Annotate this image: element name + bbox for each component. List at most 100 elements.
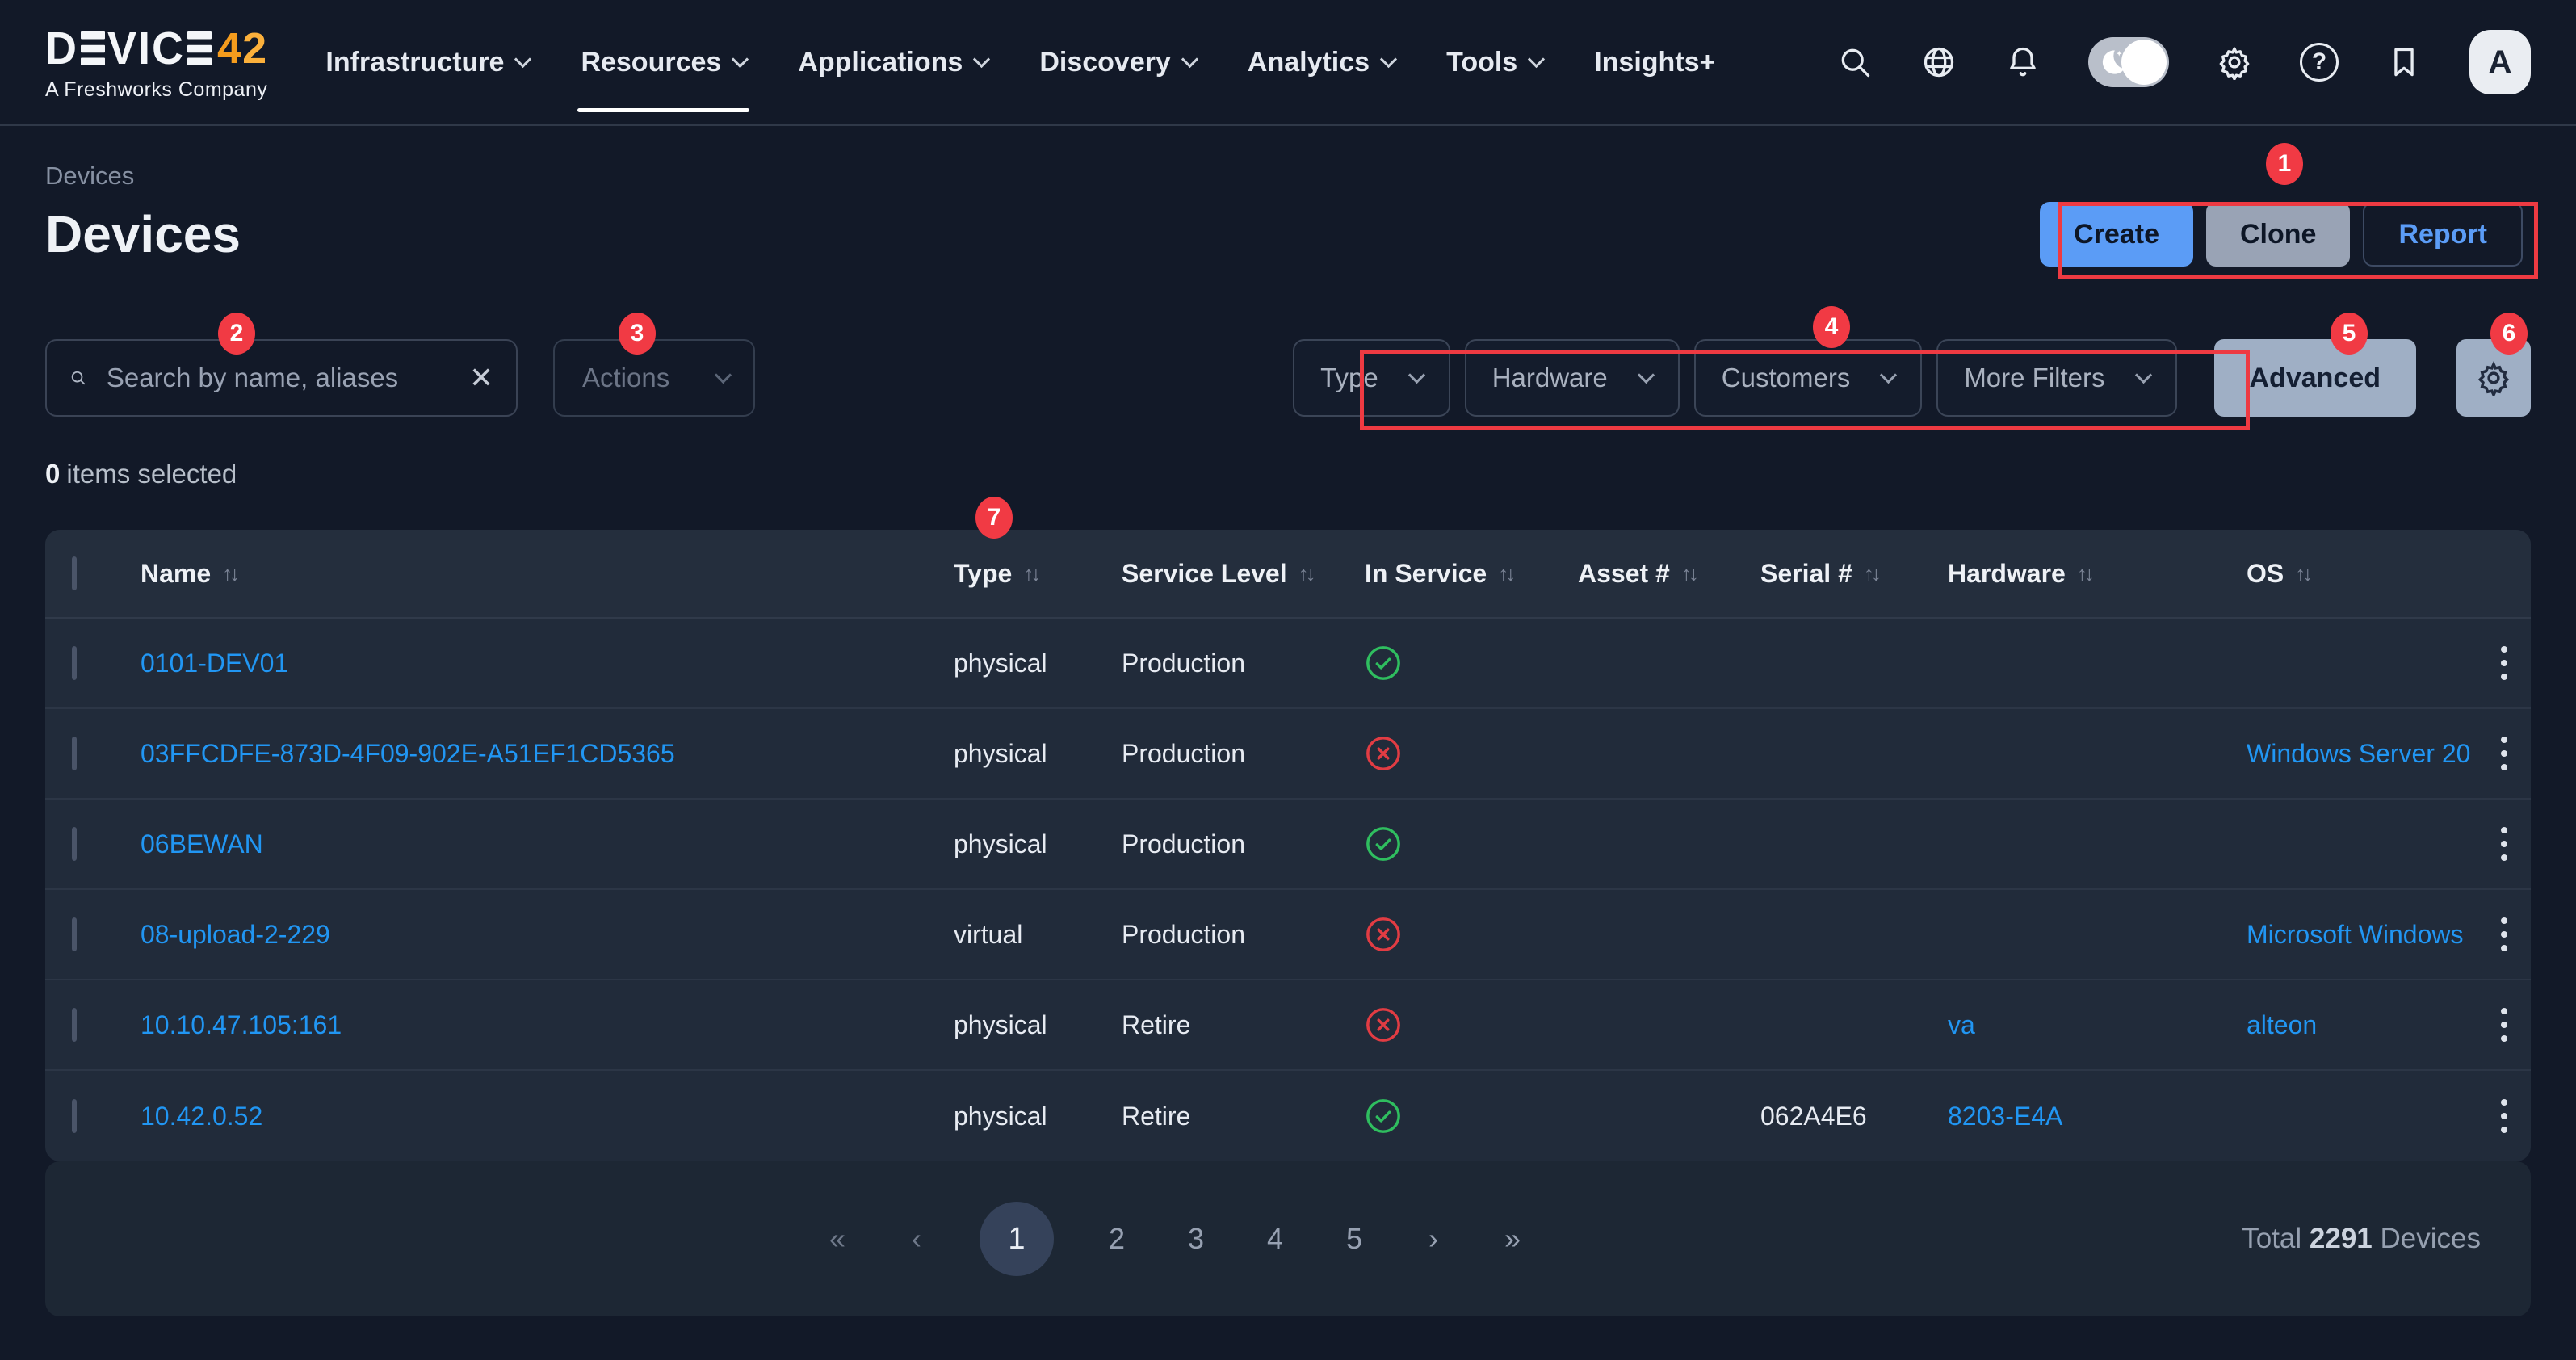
column-header-os[interactable]: OS ↑↓ [2247, 559, 2488, 589]
os-link[interactable]: Windows Server 20 [2247, 739, 2470, 768]
row-checkbox[interactable] [72, 1008, 77, 1042]
row-menu-kebab-icon[interactable] [2488, 827, 2520, 861]
nav-item-tools[interactable]: Tools [1446, 36, 1542, 90]
device-name-link[interactable]: 10.42.0.52 [141, 1102, 954, 1131]
hardware-cell: va [1948, 1010, 2247, 1040]
column-header-service-level[interactable]: Service Level ↑↓ [1122, 559, 1365, 589]
pagination-page-1[interactable]: 1 [980, 1202, 1054, 1276]
theme-toggle[interactable] [2088, 37, 2169, 87]
column-header-type[interactable]: Type ↑↓ [954, 559, 1122, 589]
row-checkbox[interactable] [72, 1099, 77, 1133]
pagination-next[interactable]: › [1417, 1222, 1450, 1256]
settings-gear-icon[interactable] [2216, 44, 2253, 81]
device-name-link[interactable]: 0101-DEV01 [141, 649, 954, 678]
pagination-prev[interactable]: ‹ [900, 1222, 933, 1256]
service-level: Production [1122, 829, 1365, 859]
page-content: Devices Devices Create Clone Report ✕ Ac… [0, 162, 2576, 1316]
service-level: Production [1122, 649, 1365, 678]
pagination: « ‹ 1 2 3 4 5 › » [821, 1202, 1529, 1276]
nav-item-applications[interactable]: Applications [798, 36, 988, 90]
sort-icon: ↑↓ [1298, 561, 1313, 586]
device42-app: DVIC 42 A Freshworks Company Infrastruct… [0, 0, 2576, 1360]
bookmark-icon[interactable] [2385, 44, 2423, 81]
actions-dropdown[interactable]: Actions [553, 339, 755, 417]
table-row: 10.10.47.105:161 physical Retire va alte… [45, 980, 2531, 1071]
table-body: 0101-DEV01 physical Production 03FFCDFE-… [45, 619, 2531, 1161]
globe-icon[interactable] [1920, 44, 1957, 81]
pagination-page-2[interactable]: 2 [1101, 1222, 1133, 1256]
pagination-page-4[interactable]: 4 [1259, 1222, 1291, 1256]
chevron-down-icon [514, 50, 531, 67]
in-service-cell [1365, 644, 1578, 682]
pagination-page-3[interactable]: 3 [1180, 1222, 1212, 1256]
nav-item-analytics[interactable]: Analytics [1248, 36, 1395, 90]
service-level: Retire [1122, 1010, 1365, 1040]
table-settings-gear-button[interactable] [2456, 339, 2531, 417]
breadcrumb: Devices [45, 162, 2531, 191]
column-header-in-service[interactable]: In Service ↑↓ [1365, 559, 1578, 589]
in-service-x-icon [1365, 916, 1402, 953]
device-name-link[interactable]: 10.10.47.105:161 [141, 1010, 954, 1040]
device-name-link[interactable]: 03FFCDFE-873D-4F09-902E-A51EF1CD5365 [141, 739, 954, 769]
sort-icon: ↑↓ [1023, 561, 1038, 586]
selection-label: items selected [66, 459, 237, 489]
row-menu-kebab-icon[interactable] [2488, 1099, 2520, 1133]
column-header-serial-[interactable]: Serial # ↑↓ [1760, 559, 1948, 589]
table-row: 06BEWAN physical Production [45, 800, 2531, 890]
device42-logo[interactable]: DVIC 42 A Freshworks Company [45, 23, 267, 102]
row-menu-kebab-icon[interactable] [2488, 737, 2520, 770]
pagination-first[interactable]: « [821, 1222, 854, 1256]
row-checkbox[interactable] [72, 827, 77, 861]
selection-count: 0 [45, 459, 60, 489]
row-checkbox[interactable] [72, 917, 77, 951]
row-checkbox[interactable] [72, 646, 77, 680]
row-menu-kebab-icon[interactable] [2488, 646, 2520, 680]
device-type: virtual [954, 920, 1122, 950]
logo-wordmark: DVIC 42 [45, 23, 267, 73]
logo-e-glyph [81, 31, 105, 65]
column-header-hardware[interactable]: Hardware ↑↓ [1948, 559, 2247, 589]
nav-item-resources[interactable]: Resources [581, 36, 746, 90]
nav-item-discovery[interactable]: Discovery [1039, 36, 1196, 90]
devices-table: Name ↑↓ Type ↑↓ Service Level ↑↓ In Serv… [45, 530, 2531, 1161]
row-menu-kebab-icon[interactable] [2488, 917, 2520, 951]
column-header-asset-[interactable]: Asset # ↑↓ [1578, 559, 1760, 589]
logo-subtitle: A Freshworks Company [45, 78, 267, 102]
search-input[interactable] [107, 363, 450, 393]
annotation-badge-6: 6 [2490, 313, 2528, 355]
chevron-down-icon [1528, 50, 1545, 67]
hardware-link[interactable]: 8203-E4A [1948, 1102, 2062, 1131]
device-name-link[interactable]: 06BEWAN [141, 829, 954, 859]
selection-status: 0items selected [45, 459, 2531, 489]
help-icon[interactable]: ? [2300, 43, 2339, 82]
serial-number: 062A4E6 [1760, 1102, 1948, 1131]
in-service-cell [1365, 735, 1578, 772]
pagination-page-5[interactable]: 5 [1338, 1222, 1370, 1256]
annotation-rect-buttons [2058, 202, 2538, 279]
pagination-last[interactable]: » [1496, 1222, 1529, 1256]
os-cell: Microsoft Windows [2247, 920, 2488, 950]
chevron-down-icon [732, 50, 749, 67]
search-icon[interactable] [1836, 44, 1873, 81]
service-level: Production [1122, 920, 1365, 950]
chevron-down-icon [1181, 50, 1198, 67]
device-name-link[interactable]: 08-upload-2-229 [141, 920, 954, 950]
annotation-badge-1: 1 [2266, 143, 2303, 185]
row-menu-kebab-icon[interactable] [2488, 1008, 2520, 1042]
nav-item-insights-[interactable]: Insights+ [1594, 36, 1715, 90]
table-row: 08-upload-2-229 virtual Production Micro… [45, 890, 2531, 980]
chevron-down-icon [1380, 50, 1397, 67]
clear-search-icon[interactable]: ✕ [469, 363, 493, 392]
user-avatar[interactable]: A [2469, 30, 2531, 94]
os-link[interactable]: alteon [2247, 1010, 2317, 1039]
hardware-link[interactable]: va [1948, 1010, 1975, 1039]
notifications-bell-icon[interactable] [2004, 44, 2041, 81]
column-header-name[interactable]: Name ↑↓ [141, 559, 954, 589]
annotation-badge-7: 7 [975, 497, 1013, 539]
row-checkbox[interactable] [72, 737, 77, 770]
select-all-checkbox[interactable] [72, 556, 77, 590]
nav-item-infrastructure[interactable]: Infrastructure [325, 36, 529, 90]
device-type: physical [954, 1010, 1122, 1040]
os-link[interactable]: Microsoft Windows [2247, 920, 2464, 949]
sort-icon: ↑↓ [222, 561, 237, 586]
